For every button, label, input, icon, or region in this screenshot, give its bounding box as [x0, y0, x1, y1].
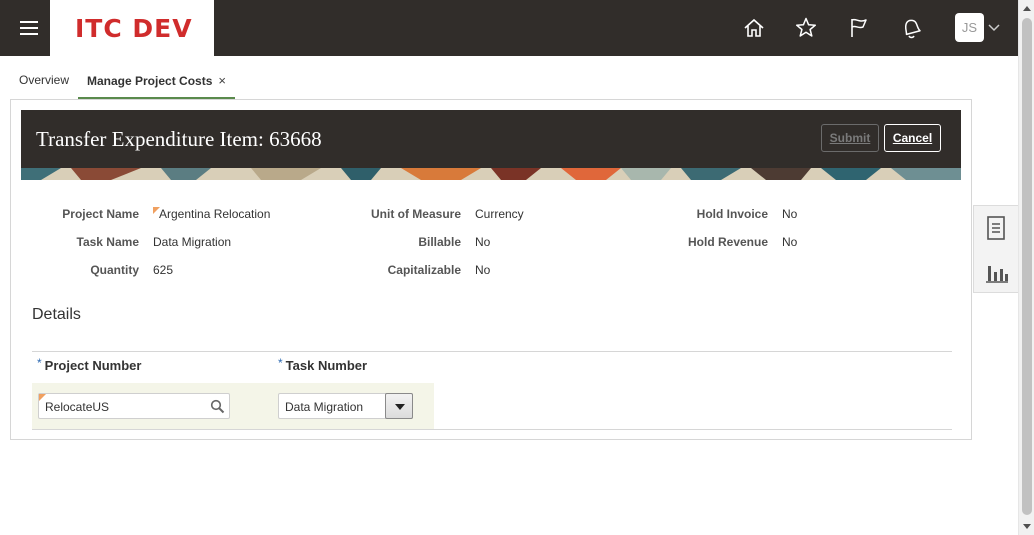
- scrollbar-thumb[interactable]: [1022, 18, 1032, 515]
- logo-text: ITC DEV: [75, 14, 193, 43]
- chevron-down-icon[interactable]: [988, 22, 1000, 32]
- main-panel: Transfer Expenditure Item: 63668 Submit …: [10, 99, 972, 440]
- decorative-banner-pattern: [21, 168, 961, 180]
- task-number-select[interactable]: Data Migration: [278, 393, 413, 419]
- user-avatar[interactable]: JS: [955, 13, 984, 42]
- dropdown-arrow-icon: [395, 404, 405, 410]
- favorites-star-icon[interactable]: [793, 15, 819, 41]
- project-number-column-header[interactable]: * Project Number: [37, 356, 142, 373]
- task-name-value: Data Migration: [153, 235, 232, 249]
- hold-invoice-value: No: [782, 207, 798, 221]
- page-header: Transfer Expenditure Item: 63668 Submit …: [21, 110, 961, 180]
- details-section-title: Details: [32, 306, 81, 323]
- hold-revenue-value: No: [782, 235, 798, 249]
- quantity-label: Quantity: [90, 263, 139, 277]
- billable-label: Billable: [418, 235, 461, 249]
- page-title: Transfer Expenditure Item: 63668: [36, 127, 322, 151]
- bar-chart-icon: [986, 266, 1008, 283]
- project-name-label: Project Name: [62, 207, 139, 221]
- quantity-value: 625: [153, 263, 174, 277]
- close-tab-icon[interactable]: ×: [218, 73, 226, 88]
- side-panel-tab-document[interactable]: [974, 206, 1018, 250]
- tab-overview[interactable]: Overview: [19, 73, 69, 87]
- required-indicator: *: [278, 356, 283, 370]
- cancel-button[interactable]: Cancel: [884, 124, 941, 152]
- vertical-scrollbar[interactable]: [1018, 0, 1034, 535]
- scroll-down-arrow-icon[interactable]: [1023, 524, 1031, 529]
- hold-invoice-label: Hold Invoice: [696, 207, 768, 221]
- logo[interactable]: ITC DEV: [50, 0, 214, 56]
- side-panel-tab-analytics[interactable]: [974, 250, 1018, 294]
- search-icon[interactable]: [210, 399, 225, 414]
- side-panel-tabs: [973, 205, 1018, 293]
- unit-of-measure-label: Unit of Measure: [370, 207, 461, 221]
- tab-label: Manage Project Costs: [87, 74, 213, 88]
- billable-value: No: [475, 235, 491, 249]
- global-header: ITC DEV JS: [0, 0, 1018, 56]
- project-name-value: Argentina Relocation: [159, 207, 271, 221]
- submit-button[interactable]: Submit: [821, 124, 879, 152]
- project-number-input[interactable]: RelocateUS: [38, 393, 230, 419]
- watchlist-flag-icon[interactable]: [846, 15, 872, 41]
- dropdown-button[interactable]: [385, 393, 413, 419]
- task-name-label: Task Name: [76, 235, 139, 249]
- task-number-header-label: Task Number: [285, 358, 368, 373]
- task-number-value: Data Migration: [285, 400, 364, 414]
- scroll-up-arrow-icon[interactable]: [1023, 6, 1031, 11]
- project-number-value: RelocateUS: [45, 400, 110, 414]
- document-list-icon: [987, 216, 1005, 240]
- home-icon[interactable]: [741, 15, 767, 41]
- capitalizable-value: No: [475, 263, 491, 277]
- project-number-header-label: Project Number: [44, 358, 142, 373]
- table-header-divider: [32, 351, 952, 352]
- capitalizable-label: Capitalizable: [387, 263, 461, 277]
- table-bottom-divider: [32, 429, 952, 430]
- unit-of-measure-value: Currency: [475, 207, 524, 221]
- navigator-menu-button[interactable]: [12, 16, 44, 40]
- tab-manage-project-costs[interactable]: Manage Project Costs ×: [78, 65, 235, 100]
- hold-revenue-label: Hold Revenue: [687, 235, 768, 249]
- notifications-bell-icon[interactable]: [898, 15, 924, 41]
- required-indicator: *: [37, 356, 42, 370]
- task-number-column-header[interactable]: * Task Number: [278, 356, 368, 373]
